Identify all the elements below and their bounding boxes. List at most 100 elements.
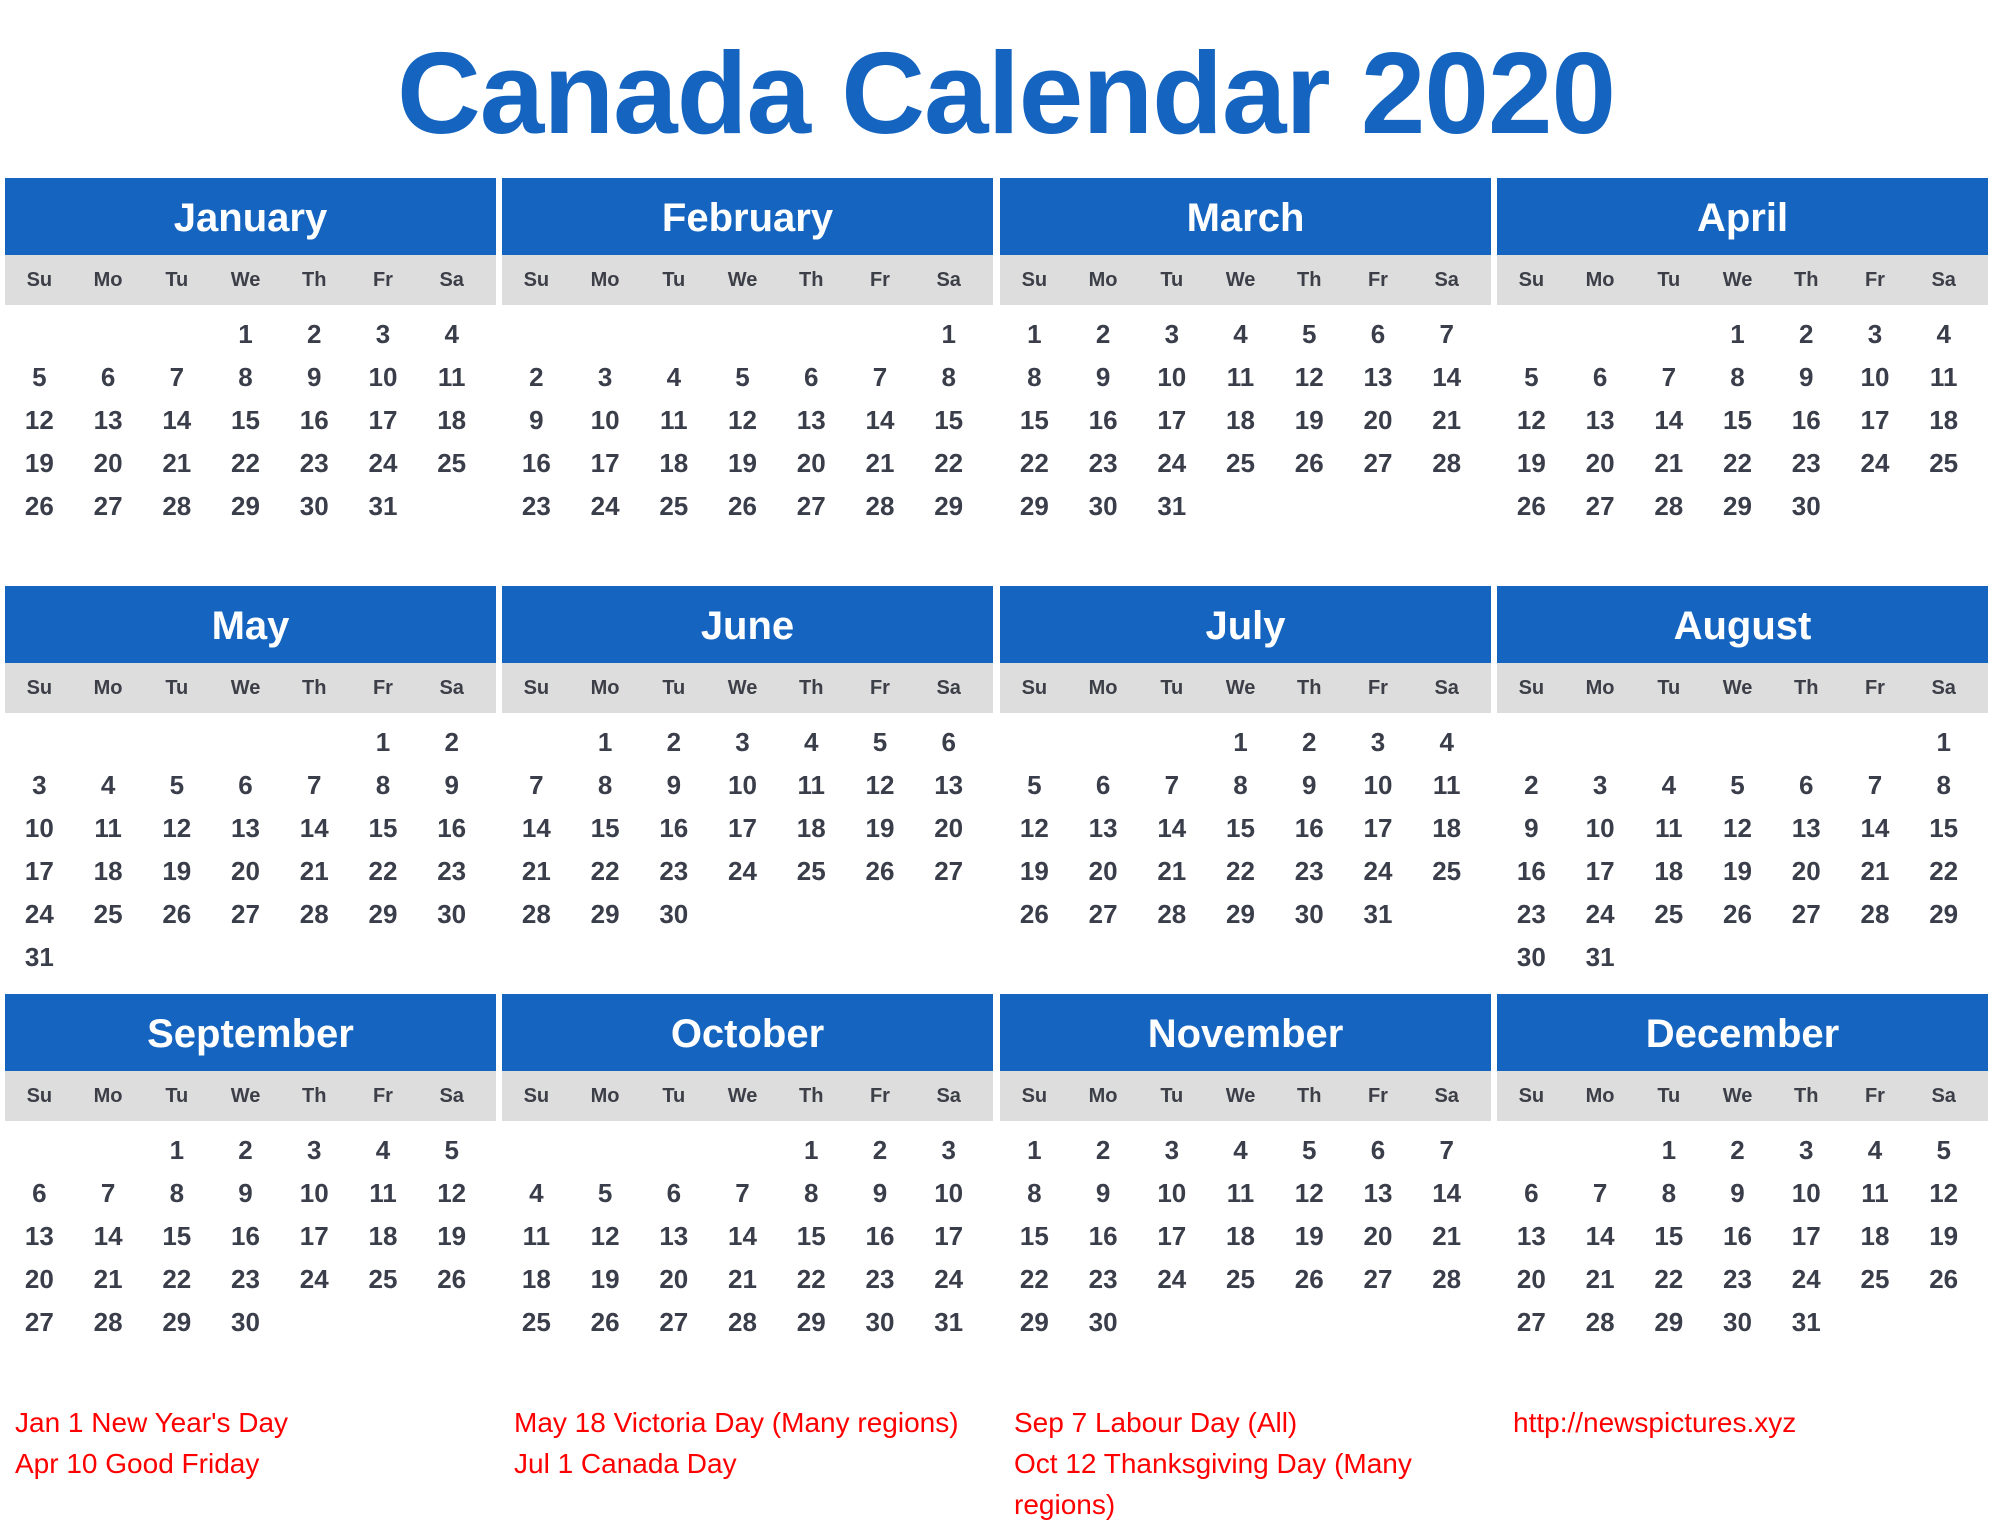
day-cell: 1 [169,1135,185,1165]
day-cell: 4 [1439,727,1454,757]
day-cell: 21 [1432,1221,1462,1251]
day-cell: 13 [1791,813,1821,843]
day-cell: 13 [1585,405,1615,435]
day-cell: 15 [590,813,620,843]
day-cell: 10 [1585,813,1615,843]
day-cell: 23 [1088,1264,1118,1294]
weekday-label: Fr [372,677,393,699]
day-cell: 25 [368,1264,398,1294]
empty-day-cell [1703,721,1772,764]
week-row: 27 28 29 30 31 [1497,1301,1978,1344]
month-title: October [502,994,993,1071]
weekday-label: Tu [165,1085,189,1107]
day-cell: 28 [1432,1264,1462,1294]
weekday-header-row: Su Mo Tu We Th Fr Sa [502,663,993,713]
day-cell: 13 [659,1221,689,1251]
day-cell: 8 [169,1178,185,1208]
day-cell: 5 [32,362,47,392]
day-cell: 31 [1363,899,1393,929]
week-row: 7 8 9 10 11 12 13 [502,764,983,807]
empty-day-cell [1841,485,1910,528]
week-row: 12 13 14 15 16 17 18 [5,399,486,442]
empty-day-cell [1412,1301,1481,1344]
day-cell: 16 [1294,813,1324,843]
week-row: 6 7 8 9 10 11 12 [1497,1172,1978,1215]
day-cell: 13 [1516,1221,1546,1251]
day-cell: 15 [1019,1221,1049,1251]
empty-day-cell [280,721,349,764]
weekday-label: Su [26,1085,53,1107]
day-cell: 30 [865,1307,895,1337]
weekday-label: Fr [869,677,890,699]
day-cell: 9 [529,405,544,435]
day-cell: 23 [659,856,689,886]
weekday-label: Sa [1931,1085,1956,1107]
day-cell: 2 [307,319,322,349]
day-cell: 18 [437,405,467,435]
day-cell: 31 [1157,491,1187,521]
day-cell: 19 [590,1264,620,1294]
day-cell: 26 [1294,1264,1324,1294]
day-cell: 16 [1088,405,1118,435]
day-cell: 14 [1860,813,1890,843]
month-title: June [502,586,993,663]
weekday-header-row: Su Mo Tu We Th Fr Sa [1497,255,1988,305]
weekday-label: Th [302,1085,327,1107]
day-cell: 20 [1516,1264,1546,1294]
month-panel-august: August Su Mo Tu We Th Fr Sa 1 2 3 4 5 6 7 8 9 10 11 12 13 14 1… [1497,586,1988,979]
source-link[interactable]: http://newspictures.xyz [1513,1402,1983,1443]
day-cell: 5 [735,362,750,392]
empty-day-cell [914,893,983,936]
day-cell: 17 [1860,405,1890,435]
day-cell: 29 [1929,899,1959,929]
day-cell: 1 [375,727,391,757]
day-cell: 1 [597,727,613,757]
weekday-label: Fr [869,269,890,291]
week-row: 11 12 13 14 15 16 17 [502,1215,983,1258]
week-row: 29 30 31 [1000,485,1481,528]
weekday-label: Mo [1585,269,1615,291]
weekday-label: Fr [1864,269,1885,291]
day-cell: 7 [100,1178,116,1208]
empty-day-cell [1634,721,1703,764]
empty-day-cell [349,1301,418,1344]
week-row: 20 21 22 23 24 25 26 [1497,1258,1978,1301]
weekday-header-row: Su Mo Tu We Th Fr Sa [502,1071,993,1121]
weekday-label: Su [1518,677,1545,699]
day-cell: 24 [590,491,620,521]
day-cell: 5 [1302,319,1317,349]
day-cell: 21 [1585,1264,1615,1294]
month-title: December [1497,994,1988,1071]
month-panel-october: October Su Mo Tu We Th Fr Sa 1 2 3 4 5 6 7 8 9 10 11 12 13 14… [502,994,993,1344]
day-cell: 28 [865,491,895,521]
day-cell: 5 [1936,1135,1951,1165]
empty-day-cell [1497,1129,1566,1172]
day-cell: 11 [1226,1178,1255,1208]
month-panel-july: July Su Mo Tu We Th Fr Sa 1 2 3 4 5 6 7 8 9 10 11 12 13 14 15 1… [1000,586,1491,936]
day-cell: 25 [1929,448,1959,478]
day-cell: 22 [1019,448,1049,478]
day-cell: 6 [32,1178,47,1208]
empty-day-cell [142,313,211,356]
weekday-header-row: Su Mo Tu We Th Fr Sa [5,663,496,713]
day-cell: 3 [1799,1135,1814,1165]
day-cell: 24 [934,1264,964,1294]
day-cell: 13 [1363,1178,1393,1208]
day-cell: 17 [368,405,398,435]
day-cell: 22 [1723,448,1752,478]
day-cell: 12 [728,405,757,435]
month-panel-february: February Su Mo Tu We Th Fr Sa 1 2 3 4 5 6 7 8 9 10 11 12 13 1… [502,178,993,528]
day-cell: 11 [1929,362,1958,392]
day-cell: 26 [1294,448,1324,478]
day-cell: 19 [437,1221,467,1251]
day-cell: 8 [1936,770,1951,800]
day-cell: 22 [934,448,964,478]
week-row: 1 [1497,721,1978,764]
day-cell: 20 [1363,405,1393,435]
day-cell: 22 [796,1264,826,1294]
day-cell: 27 [24,1307,54,1337]
day-cell: 26 [1929,1264,1959,1294]
day-cell: 11 [1861,1178,1889,1208]
weekday-label: We [727,269,758,291]
day-cell: 4 [100,770,116,800]
